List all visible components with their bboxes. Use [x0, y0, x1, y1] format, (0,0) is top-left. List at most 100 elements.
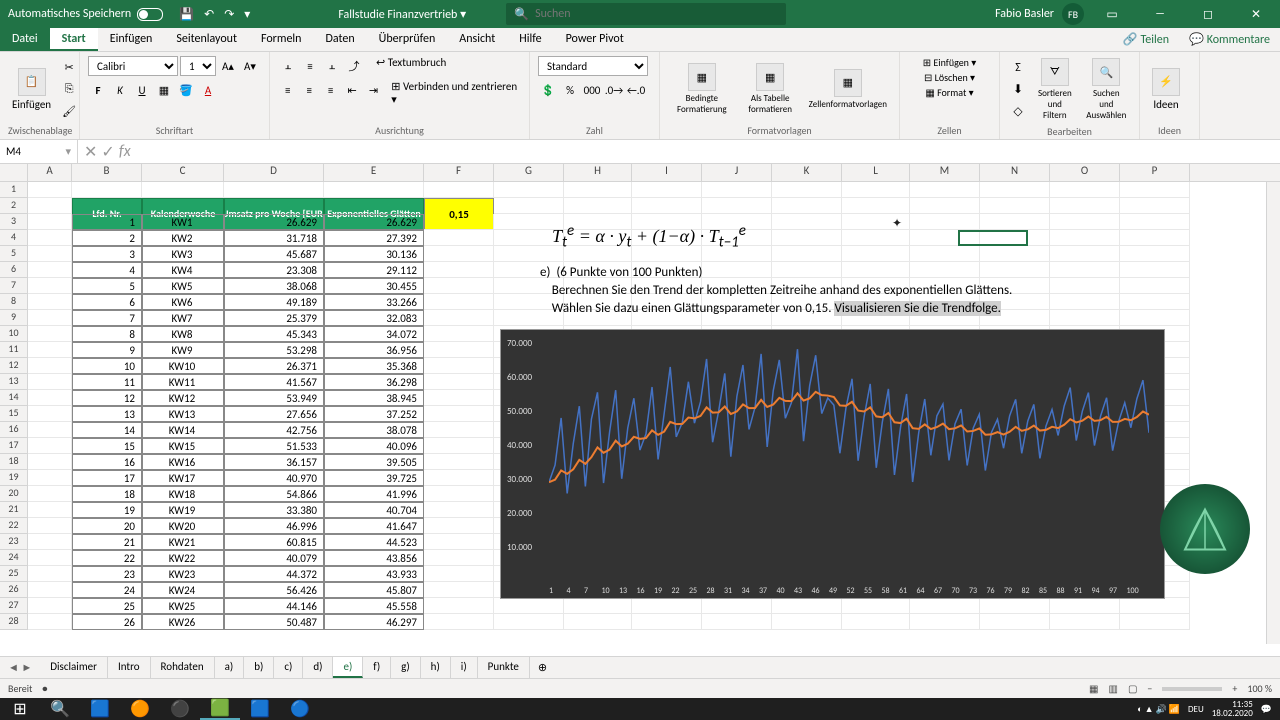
col-header-A[interactable]: A	[28, 164, 72, 181]
underline-button[interactable]: U	[132, 80, 152, 100]
tab-file[interactable]: Datei	[0, 28, 50, 51]
close-icon[interactable]: ✕	[1236, 0, 1276, 28]
font-size-select[interactable]: 11	[180, 56, 216, 76]
cell-G27[interactable]	[494, 598, 564, 614]
cell-C27[interactable]: KW25	[142, 598, 224, 614]
cell-O3[interactable]	[1050, 214, 1120, 230]
cell-C12[interactable]: KW10	[142, 358, 224, 374]
sheet-tab-i)[interactable]: i)	[451, 657, 478, 678]
col-header-O[interactable]: O	[1050, 164, 1120, 181]
tab-data[interactable]: Daten	[313, 28, 366, 51]
cell-D12[interactable]: 26.371	[224, 358, 324, 374]
cell-A26[interactable]	[28, 582, 72, 598]
cell-E14[interactable]: 38.945	[324, 390, 424, 406]
cell-F8[interactable]	[424, 294, 494, 310]
cell-D20[interactable]: 54.866	[224, 486, 324, 502]
cell-C5[interactable]: KW3	[142, 246, 224, 262]
row-header-14[interactable]: 14	[0, 390, 28, 406]
row-header-16[interactable]: 16	[0, 422, 28, 438]
view-layout-icon[interactable]: ▥	[1109, 682, 1118, 695]
cell-O4[interactable]	[1050, 230, 1120, 246]
currency-icon[interactable]: 💲	[538, 80, 558, 100]
cell-G28[interactable]	[494, 614, 564, 630]
col-header-P[interactable]: P	[1120, 164, 1190, 181]
cell-M27[interactable]	[910, 598, 980, 614]
col-header-C[interactable]: C	[142, 164, 224, 181]
cell-F19[interactable]	[424, 470, 494, 486]
cell-C10[interactable]: KW8	[142, 326, 224, 342]
cell-E25[interactable]: 43.933	[324, 566, 424, 582]
sheet-tab-a)[interactable]: a)	[215, 657, 245, 678]
cell-A21[interactable]	[28, 502, 72, 518]
row-header-22[interactable]: 22	[0, 518, 28, 534]
cell-A20[interactable]	[28, 486, 72, 502]
fill-color-icon[interactable]: 🪣	[176, 80, 196, 100]
cell-G1[interactable]	[494, 182, 564, 198]
as-table-button[interactable]: ▦Als Tabelle formatieren	[740, 61, 801, 117]
cell-P28[interactable]	[1120, 614, 1190, 630]
cell-C26[interactable]: KW24	[142, 582, 224, 598]
ideas-button[interactable]: ⚡Ideen	[1148, 66, 1184, 113]
cell-N4[interactable]	[980, 230, 1050, 246]
cell-E21[interactable]: 40.704	[324, 502, 424, 518]
row-header-20[interactable]: 20	[0, 486, 28, 502]
tab-review[interactable]: Überprüfen	[367, 28, 448, 51]
cell-E16[interactable]: 38.078	[324, 422, 424, 438]
cell-F18[interactable]	[424, 454, 494, 470]
cell-H2[interactable]	[564, 198, 632, 214]
cell-K5[interactable]	[772, 246, 842, 262]
cell-I2[interactable]	[632, 198, 702, 214]
tab-help[interactable]: Hilfe	[507, 28, 553, 51]
worksheet-grid[interactable]: ABCDEFGHIJKLMNOP 12Lfd. Nr.Kalenderwoche…	[0, 164, 1280, 644]
cell-L1[interactable]	[842, 182, 910, 198]
cell-C8[interactable]: KW6	[142, 294, 224, 310]
taskbar-word[interactable]: 🟦	[240, 698, 280, 720]
cell-D26[interactable]: 56.426	[224, 582, 324, 598]
sheet-tab-h)[interactable]: h)	[421, 657, 451, 678]
format-cells-button[interactable]: ▦ Format ▾	[925, 86, 973, 99]
inc-decimal-icon[interactable]: .0→	[604, 80, 624, 100]
cell-D4[interactable]: 31.718	[224, 230, 324, 246]
col-header-J[interactable]: J	[702, 164, 772, 181]
cell-E1[interactable]	[324, 182, 424, 198]
cell-D23[interactable]: 60.815	[224, 534, 324, 550]
cell-A22[interactable]	[28, 518, 72, 534]
row-header-2[interactable]: 2	[0, 198, 28, 214]
cell-E19[interactable]: 39.725	[324, 470, 424, 486]
cell-A1[interactable]	[28, 182, 72, 198]
cell-D13[interactable]: 41.567	[224, 374, 324, 390]
cell-B7[interactable]: 5	[72, 278, 142, 294]
cell-O27[interactable]	[1050, 598, 1120, 614]
cell-B17[interactable]: 15	[72, 438, 142, 454]
cell-A10[interactable]	[28, 326, 72, 342]
zoom-in-icon[interactable]: +	[1232, 682, 1237, 695]
cell-B3[interactable]: 1	[72, 214, 142, 230]
align-center-icon[interactable]: ≡	[299, 80, 318, 100]
record-macro-icon[interactable]: ⏺	[42, 682, 47, 695]
cell-E3[interactable]: 26.629	[324, 214, 424, 230]
comments-button[interactable]: 💬 Kommentare	[1179, 28, 1280, 51]
cell-L27[interactable]	[842, 598, 910, 614]
bold-button[interactable]: F	[88, 80, 108, 100]
cell-C28[interactable]: KW26	[142, 614, 224, 630]
cell-F15[interactable]	[424, 406, 494, 422]
cell-B23[interactable]: 21	[72, 534, 142, 550]
cell-N28[interactable]	[980, 614, 1050, 630]
cell-A11[interactable]	[28, 342, 72, 358]
cell-K27[interactable]	[772, 598, 842, 614]
cell-B27[interactable]: 25	[72, 598, 142, 614]
taskbar-app-3[interactable]: ⚫	[160, 698, 200, 720]
maximize-icon[interactable]: ◻	[1188, 0, 1228, 28]
orientation-icon[interactable]: ⤴	[344, 56, 364, 76]
tab-powerpivot[interactable]: Power Pivot	[554, 28, 636, 51]
qat-more-icon[interactable]: ▾	[244, 7, 250, 22]
shrink-font-icon[interactable]: A▾	[240, 56, 260, 76]
indent-inc-icon[interactable]: ⇥	[364, 80, 383, 100]
cell-E24[interactable]: 43.856	[324, 550, 424, 566]
sheet-tab-g)[interactable]: g)	[391, 657, 421, 678]
font-name-select[interactable]: Calibri	[88, 56, 178, 76]
paste-button[interactable]: 📋 Einfügen	[8, 66, 55, 113]
cell-A23[interactable]	[28, 534, 72, 550]
row-header-25[interactable]: 25	[0, 566, 28, 582]
row-header-8[interactable]: 8	[0, 294, 28, 310]
